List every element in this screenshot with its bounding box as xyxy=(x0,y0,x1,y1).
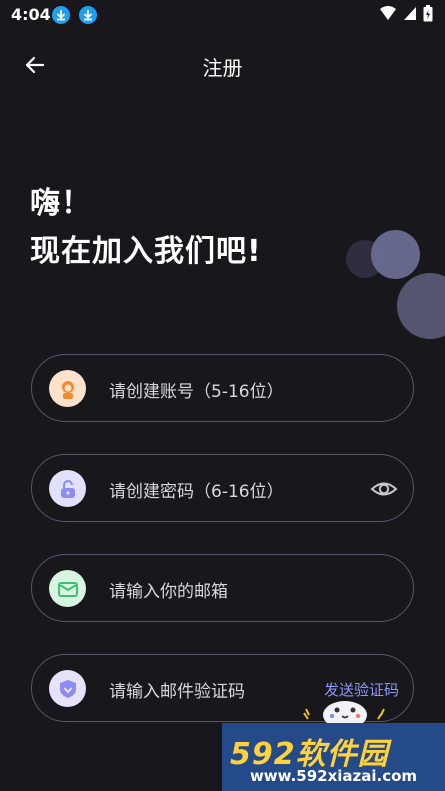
greeting-line-1: 嗨！ xyxy=(30,186,92,221)
account-input[interactable]: 请创建账号（5-16位） xyxy=(109,377,284,402)
user-avatar-icon xyxy=(49,370,86,407)
page-title: 注册 xyxy=(202,56,243,80)
greeting-line-2: 现在加入我们吧! xyxy=(30,234,262,269)
verification-code-field[interactable]: 请输入邮件验证码 发送验证码 xyxy=(31,654,414,725)
email-field[interactable]: 请输入你的邮箱 xyxy=(31,554,414,622)
account-field[interactable]: 请创建账号（5-16位） xyxy=(31,354,414,422)
password-field[interactable]: 请创建密码（6-16位） xyxy=(31,454,414,522)
greeting: 嗨！ 现在加入我们吧! xyxy=(30,180,262,276)
battery-icon xyxy=(423,4,433,26)
wifi-icon xyxy=(379,5,397,25)
verification-code-input[interactable]: 请输入邮件验证码 xyxy=(109,677,245,702)
status-time: 4:04 xyxy=(11,5,51,24)
watermark: 592软件园 www.592xiazai.com xyxy=(222,723,445,791)
shield-icon xyxy=(49,670,86,707)
decorative-circle xyxy=(397,273,445,339)
download-notification-icon xyxy=(52,6,70,24)
status-bar: 4:04 xyxy=(0,0,445,30)
toggle-password-visibility-button[interactable] xyxy=(370,475,398,503)
signal-icon xyxy=(403,5,417,25)
decorative-circle xyxy=(371,230,420,279)
gamepad-mascot-icon xyxy=(303,701,385,725)
email-input[interactable]: 请输入你的邮箱 xyxy=(109,577,228,602)
eye-icon xyxy=(370,482,398,496)
header: 注册 xyxy=(0,40,445,90)
password-input[interactable]: 请创建密码（6-16位） xyxy=(109,477,284,502)
download-notification-icon xyxy=(79,6,97,24)
watermark-url: www.592xiazai.com xyxy=(249,767,418,785)
envelope-icon xyxy=(49,570,86,607)
lock-icon xyxy=(49,470,86,507)
